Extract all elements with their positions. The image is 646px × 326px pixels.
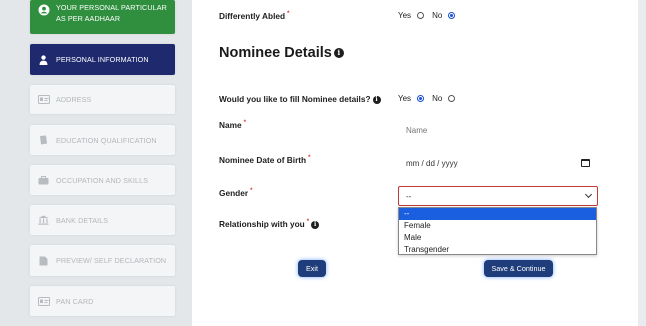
sidebar-item-personal-information[interactable]: PERSONAL INFORMATION: [30, 44, 175, 75]
calendar-icon[interactable]: [581, 159, 590, 167]
sidebar-item-label: PREVIEW/ SELF DECLARATION: [56, 256, 167, 265]
bank-icon: [37, 215, 50, 225]
dob-label: Nominee Date of Birth *: [219, 155, 310, 165]
required-marker: *: [243, 120, 246, 127]
id-card-icon: [37, 95, 50, 105]
document-icon: [37, 256, 50, 266]
gender-label-text: Gender: [219, 188, 249, 198]
differently-abled-no-radio[interactable]: [448, 12, 456, 19]
sidebar-item-label: OCCUPATION AND SKILLS: [56, 175, 149, 185]
gender-option[interactable]: --: [399, 208, 596, 220]
fill-nominee-radio-group: Yes No: [398, 94, 463, 103]
gender-select[interactable]: --: [398, 186, 598, 206]
exit-button[interactable]: Exit: [298, 260, 326, 277]
nominee-details-title: Nominee Details i: [219, 45, 344, 61]
required-marker: *: [308, 155, 311, 162]
differently-abled-yes-label: Yes: [398, 11, 412, 20]
fill-nominee-yes-label: Yes: [398, 94, 412, 103]
briefcase-icon: [37, 175, 50, 185]
chevron-down-icon: [584, 190, 593, 199]
fill-nominee-yes-radio[interactable]: [417, 95, 425, 102]
sidebar-item-label: PERSONAL INFORMATION: [56, 55, 149, 64]
nominee-dob-input[interactable]: mm / dd / yyyy: [398, 153, 590, 173]
dob-label-text: Nominee Date of Birth: [219, 155, 307, 165]
sidebar-item-label: BANK DETAILS: [56, 215, 109, 225]
fill-nominee-label-text: Would you like to fill Nominee details?: [219, 94, 371, 104]
dob-placeholder: mm / dd / yyyy: [406, 158, 458, 168]
relationship-label-text: Relationship with you: [219, 219, 305, 229]
gender-label: Gender *: [219, 188, 252, 198]
book-icon: [37, 135, 50, 145]
info-icon[interactable]: i: [311, 220, 320, 229]
gender-dropdown-list: -- Female Male Transgender: [398, 207, 597, 255]
sidebar-item-aadhaar-particulars[interactable]: YOUR PERSONAL PARTICULAR AS PER AADHAAR: [30, 0, 175, 34]
name-label: Name *: [219, 120, 246, 130]
sidebar-item-label: YOUR PERSONAL PARTICULAR AS PER AADHAAR: [56, 3, 167, 23]
user-circle-icon: [37, 3, 50, 16]
main-form: Differently Abled * Yes No Nominee Detail…: [192, 0, 638, 326]
differently-abled-label-text: Differently Abled: [219, 11, 286, 21]
sidebar: YOUR PERSONAL PARTICULAR AS PER AADHAAR …: [0, 0, 192, 326]
sidebar-item-label: ADDRESS: [56, 95, 92, 104]
sidebar-item-education[interactable]: EDUCATION QUALIFICATION: [30, 125, 175, 155]
section-title-text: Nominee Details: [219, 45, 332, 61]
sidebar-item-preview[interactable]: PREVIEW/ SELF DECLARATION: [30, 245, 175, 276]
info-icon[interactable]: i: [372, 95, 381, 104]
sidebar-item-bank-details[interactable]: BANK DETAILS: [30, 205, 175, 235]
required-marker: *: [306, 219, 310, 226]
save-continue-button[interactable]: Save & Continue: [484, 260, 553, 277]
fill-nominee-no-label: No: [432, 94, 443, 103]
gender-option[interactable]: Male: [399, 232, 596, 244]
nominee-name-input[interactable]: [398, 120, 598, 140]
fill-nominee-label: Would you like to fill Nominee details? i: [219, 94, 381, 104]
required-marker: *: [250, 188, 253, 195]
differently-abled-label: Differently Abled *: [219, 11, 289, 21]
name-label-text: Name: [219, 120, 242, 130]
sidebar-item-occupation[interactable]: OCCUPATION AND SKILLS: [30, 165, 175, 195]
relationship-label: Relationship with you * i: [219, 219, 320, 229]
gender-option[interactable]: Female: [399, 220, 596, 232]
sidebar-item-label: PAN CARD: [56, 296, 94, 306]
sidebar-item-label: EDUCATION QUALIFICATION: [56, 135, 157, 145]
differently-abled-radio-group: Yes No: [398, 11, 463, 20]
differently-abled-yes-radio[interactable]: [417, 12, 425, 19]
sidebar-item-pan-card[interactable]: PAN CARD: [30, 286, 175, 316]
info-icon[interactable]: i: [333, 48, 344, 59]
fill-nominee-no-radio[interactable]: [448, 95, 456, 102]
id-card-icon: [37, 296, 50, 306]
sidebar-item-address[interactable]: ADDRESS: [30, 85, 175, 114]
page: YOUR PERSONAL PARTICULAR AS PER AADHAAR …: [0, 0, 646, 326]
user-icon: [37, 54, 50, 65]
gender-option[interactable]: Transgender: [399, 244, 596, 256]
differently-abled-no-label: No: [432, 11, 443, 20]
required-marker: *: [287, 11, 290, 18]
gender-selected-value: --: [406, 191, 412, 201]
